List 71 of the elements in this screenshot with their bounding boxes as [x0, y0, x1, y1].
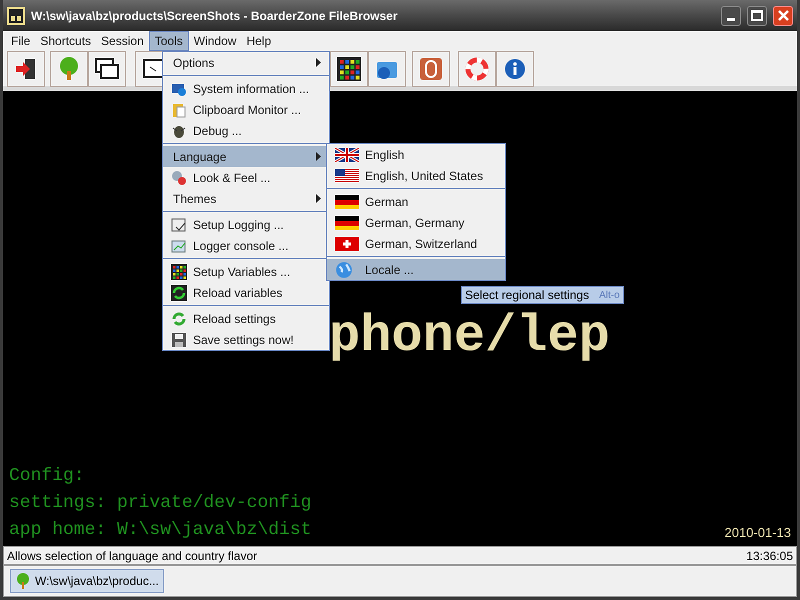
status-message: Allows selection of language and country flavor [7, 548, 258, 564]
menu-item[interactable]: Reload settings [163, 308, 329, 329]
globe-icon [335, 260, 353, 278]
menu-item[interactable]: Setup Variables ... [163, 261, 329, 282]
floppy-icon [171, 332, 187, 348]
reload-grid-icon [171, 284, 187, 300]
menu-item[interactable]: Setup Logging ... [163, 214, 329, 235]
flag-icon [335, 216, 359, 230]
menu-bar-item[interactable]: Window [188, 31, 242, 51]
tooltip-text: Select regional settings [465, 287, 590, 304]
menu-item[interactable]: System information ... [163, 78, 329, 99]
menu-item[interactable]: German, Switzerland [327, 233, 505, 254]
maximize-button[interactable] [747, 6, 767, 26]
menu-item[interactable]: Debug ... [163, 120, 329, 141]
menu-item[interactable]: Look & Feel ... [163, 167, 329, 188]
console-line: settings: private/dev-config [9, 492, 312, 515]
flag-icon [335, 194, 359, 208]
menu-item[interactable]: Save settings now! [163, 329, 329, 350]
status-time: 13:36:05 [746, 548, 793, 564]
menu-bar-item[interactable]: Session [96, 31, 149, 51]
reload-icon [171, 310, 187, 326]
windows-button[interactable] [88, 50, 126, 86]
variables-button[interactable] [330, 50, 368, 86]
menu-bar-item[interactable]: Help [241, 31, 276, 51]
menu-item[interactable]: German [327, 191, 505, 212]
console-line: app home: W:\sw\java\bz\dist [9, 519, 312, 542]
clipboard-icon [171, 102, 187, 118]
app-logo-icon [7, 6, 25, 24]
close-button[interactable] [773, 6, 793, 26]
minimize-button[interactable] [721, 6, 741, 26]
flag-icon [335, 148, 359, 162]
menu-item[interactable]: Options [163, 52, 329, 73]
menu-bar-item[interactable]: Shortcuts [35, 31, 96, 51]
exit-icon [14, 56, 38, 80]
grid-icon [337, 56, 361, 80]
banner-text: phone/lep [329, 306, 610, 368]
flag-icon [335, 236, 359, 250]
tree-icon [15, 573, 31, 589]
info-button[interactable] [496, 50, 534, 86]
flag-icon [335, 168, 359, 182]
info-folder-button[interactable] [368, 50, 406, 86]
menu-item[interactable]: English [327, 144, 505, 165]
taskbar-button[interactable]: W:\sw\java\bz\produc... [10, 569, 164, 593]
menu-item[interactable]: Clipboard Monitor ... [163, 99, 329, 120]
submenu-arrow-icon [316, 194, 321, 203]
lifebuoy-icon [465, 56, 489, 80]
menu-item[interactable]: Locale ... [327, 259, 505, 280]
help-button[interactable] [458, 50, 496, 86]
window-title: W:\sw\java\bz\products\ScreenShots - BoarderZone FileBrowser [31, 8, 399, 24]
menu-item[interactable]: English, United States [327, 165, 505, 186]
date-text: 2010-01-13 [724, 524, 791, 542]
windows-icon [95, 58, 119, 80]
menu-item[interactable]: Themes [163, 188, 329, 209]
menu-item[interactable]: German, Germany [327, 212, 505, 233]
menu-bar-item[interactable]: Tools [148, 31, 189, 51]
menu-bar-item[interactable]: File [6, 31, 36, 51]
menu-item[interactable]: Reload variables [163, 282, 329, 303]
console-line: Config: [9, 465, 86, 488]
chart-icon [171, 238, 187, 254]
submenu-arrow-icon [316, 152, 321, 161]
shortcut-text: Alt-o [599, 288, 620, 302]
power-button[interactable] [412, 50, 450, 86]
info-icon [504, 58, 526, 80]
menu-item[interactable]: Language [163, 146, 329, 167]
exit-button[interactable] [7, 50, 45, 86]
grid-icon [171, 264, 187, 280]
menu-item[interactable]: Logger console ... [163, 235, 329, 256]
power-icon [419, 56, 443, 80]
window-check-icon [171, 216, 187, 232]
submenu-arrow-icon [316, 58, 321, 67]
close-icon [778, 10, 788, 21]
